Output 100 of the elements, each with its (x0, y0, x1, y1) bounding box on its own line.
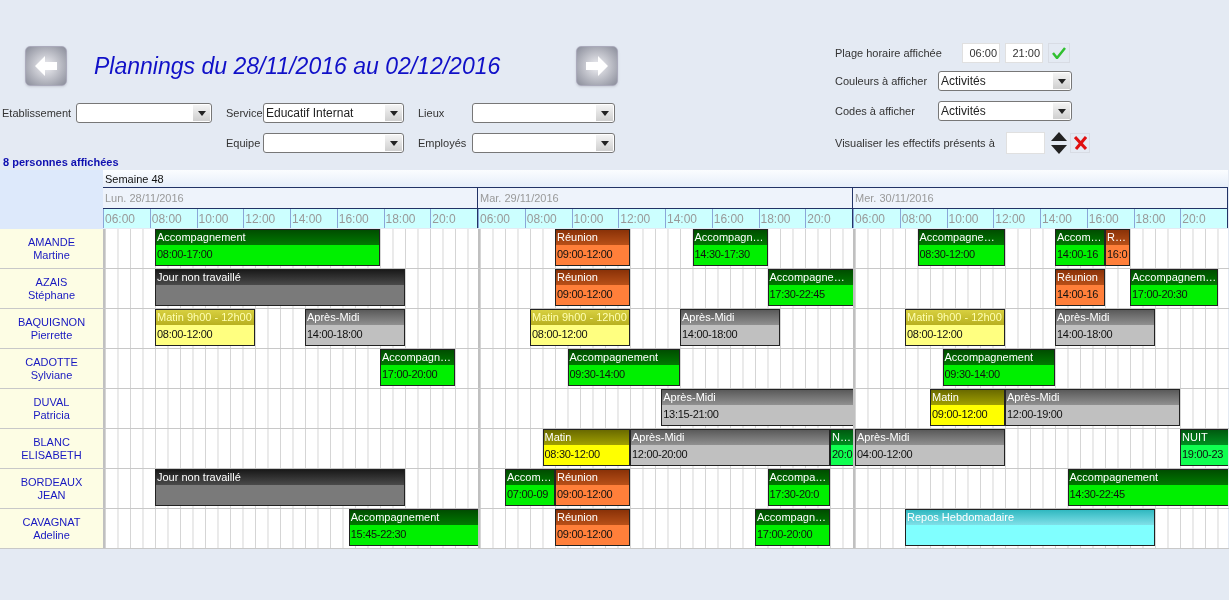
block-title: Jour non travaillé (156, 270, 404, 285)
block-time: 04:00-12:00 (856, 447, 914, 462)
hour-label: 14:00 (665, 209, 712, 228)
last-name: DUVAL (33, 395, 70, 409)
time-field[interactable] (1006, 132, 1045, 154)
block-time: 17:00-20:00 (381, 367, 439, 382)
caret-icon (193, 105, 210, 121)
schedule-block[interactable]: Après-Midi 12:00-19:00 (1005, 389, 1180, 426)
block-title: Accompagnement (943, 350, 1054, 365)
block-time: 09:00-12:00 (556, 287, 614, 302)
clear-button[interactable] (1070, 133, 1090, 153)
caret-icon (596, 135, 613, 151)
caret-icon (1053, 73, 1070, 89)
schedule-block[interactable]: Accompagnement 08:00-17:00 (155, 229, 380, 266)
schedule-block[interactable]: Accom… 14:00-16 (1055, 229, 1105, 266)
dropdown-field[interactable] (472, 133, 615, 153)
schedule-block[interactable]: Après-Midi 14:00-18:00 (305, 309, 405, 346)
block-title: Accompagne… (918, 230, 1004, 245)
block-title: Réunion (556, 270, 629, 285)
schedule-block[interactable]: Matin 9h00 - 12h00 08:00-12:00 (530, 309, 630, 346)
block-title: Matin (931, 390, 1004, 405)
schedule-block[interactable]: Après-Midi 12:00-20:00 (630, 429, 830, 466)
arrow-right-icon (586, 56, 608, 76)
dropdown-field[interactable] (263, 133, 404, 153)
schedule-block[interactable]: Réunion 09:00-12:00 (555, 509, 630, 546)
block-time: 08:30-12:00 (543, 447, 601, 462)
schedule-block[interactable]: Après-Midi 04:00-12:00 (855, 429, 1005, 466)
block-title: Accompagn… (693, 230, 767, 245)
hour-label: 18:00 (1133, 209, 1181, 228)
block-time: 09:30-14:00 (943, 367, 1001, 382)
dropdown-field[interactable]: Educatif Internat (263, 103, 404, 123)
start-time-field[interactable]: 06:00 (962, 43, 1000, 63)
schedule-block[interactable]: N… 20:0 (830, 429, 853, 466)
block-time: 12:00-19:00 (1006, 407, 1064, 422)
caret-icon (385, 105, 402, 121)
hour-label: 08:00 (899, 209, 947, 228)
schedule-block[interactable]: Réunion 09:00-12:00 (555, 229, 630, 266)
last-name: BORDEAUX (20, 475, 83, 489)
schedule-block[interactable]: Accompagn… 17:00-20:00 (380, 349, 455, 386)
dropdown-field[interactable] (472, 103, 615, 123)
block-title: Accom… (1056, 230, 1104, 245)
block-time: 09:00-12:00 (556, 527, 614, 542)
schedule-block[interactable]: NUIT 19:00-23 (1180, 429, 1228, 466)
schedule-block[interactable]: Accompagnement 09:30-14:00 (942, 349, 1055, 386)
schedule-block[interactable]: Après-Midi 14:00-18:00 (1055, 309, 1155, 346)
filter-label: Equipe (226, 135, 262, 151)
schedule-block[interactable]: Matin 08:30-12:00 (542, 429, 630, 466)
schedule-block[interactable]: Après-Midi 14:00-18:00 (680, 309, 780, 346)
schedule-block[interactable]: Accompagnem… 17:00-20:30 (1130, 269, 1218, 306)
block-title: Accompagne… (768, 270, 853, 285)
dropdown-field[interactable] (76, 103, 212, 123)
dropdown-field[interactable]: Activités (938, 71, 1072, 91)
block-time: 14:00-16 (1056, 287, 1100, 302)
schedule-block[interactable]: Jour non travaillé (155, 269, 405, 306)
block-title: Après-Midi (306, 310, 404, 325)
first-name: Martine (33, 248, 70, 262)
hour-label: 12:00 (993, 209, 1040, 228)
schedule-block[interactable]: Réunion 09:00-12:00 (555, 269, 630, 306)
schedule-block[interactable]: Accompagn… 17:00-20:00 (755, 509, 830, 546)
schedule-block[interactable]: Accompagnement 09:30-14:00 (567, 349, 680, 386)
block-time: 12:00-20:00 (631, 447, 689, 462)
schedule-block[interactable]: Accom… 07:00-09 (505, 469, 555, 506)
end-time-field[interactable]: 21:00 (1005, 43, 1043, 63)
first-name: Adeline (33, 528, 70, 542)
page-title: Plannings du 28/11/2016 au 02/12/2016 (94, 51, 502, 81)
stepper-button[interactable] (1049, 131, 1068, 155)
first-name: Patricia (33, 408, 70, 422)
hour-label: 20:0 (805, 209, 852, 228)
up-arrow-icon (1050, 132, 1067, 141)
block-title: Accompagnement (568, 350, 679, 365)
hour-label: 14:00 (290, 209, 337, 228)
block-time: 14:00-18:00 (681, 327, 739, 342)
next-button[interactable] (576, 46, 618, 86)
schedule-block[interactable]: Accompagnement 15:45-22:30 (348, 509, 478, 546)
schedule-block[interactable]: Réunion 09:00-12:00 (555, 469, 630, 506)
schedule-block[interactable]: Matin 09:00-12:00 (930, 389, 1005, 426)
schedule-block[interactable]: Après-Midi 13:15-21:00 (661, 389, 853, 426)
block-title: Réunion (1056, 270, 1104, 285)
hour-label: 16:00 (711, 209, 759, 228)
block-title: Accompagnement (349, 510, 478, 525)
hour-label: 12:00 (618, 209, 665, 228)
schedule-block[interactable]: Accompagnement 14:30-22:45 (1067, 469, 1228, 506)
last-name: BAQUIGNON (17, 315, 86, 329)
arrow-left-icon (35, 56, 57, 76)
schedule-block[interactable]: Matin 9h00 - 12h00 08:00-12:00 (905, 309, 1005, 346)
schedule-block[interactable]: Accompagne… 17:30-22:45 (767, 269, 853, 306)
block-time: 08:00-12:00 (906, 327, 964, 342)
schedule-block[interactable]: Accompa… 17:30-20:0 (767, 469, 830, 506)
previous-button[interactable] (25, 46, 67, 86)
schedule-block[interactable]: Jour non travaillé (155, 469, 405, 506)
schedule-block[interactable]: Accompagne… 08:30-12:00 (917, 229, 1005, 266)
schedule-block[interactable]: Accompagn… 14:30-17:30 (692, 229, 768, 266)
filter-label: Lieux (418, 105, 446, 121)
dropdown-field[interactable]: Activités (938, 101, 1072, 121)
filter-label: Service (226, 105, 263, 121)
schedule-block[interactable]: R… 16:0 (1105, 229, 1130, 266)
block-time: 19:00-23 (1181, 447, 1225, 462)
block-time: 17:00-20:30 (1131, 287, 1189, 302)
schedule-block[interactable]: Matin 9h00 - 12h00 08:00-12:00 (155, 309, 255, 346)
schedule-block[interactable]: Réunion 14:00-16 (1055, 269, 1105, 306)
